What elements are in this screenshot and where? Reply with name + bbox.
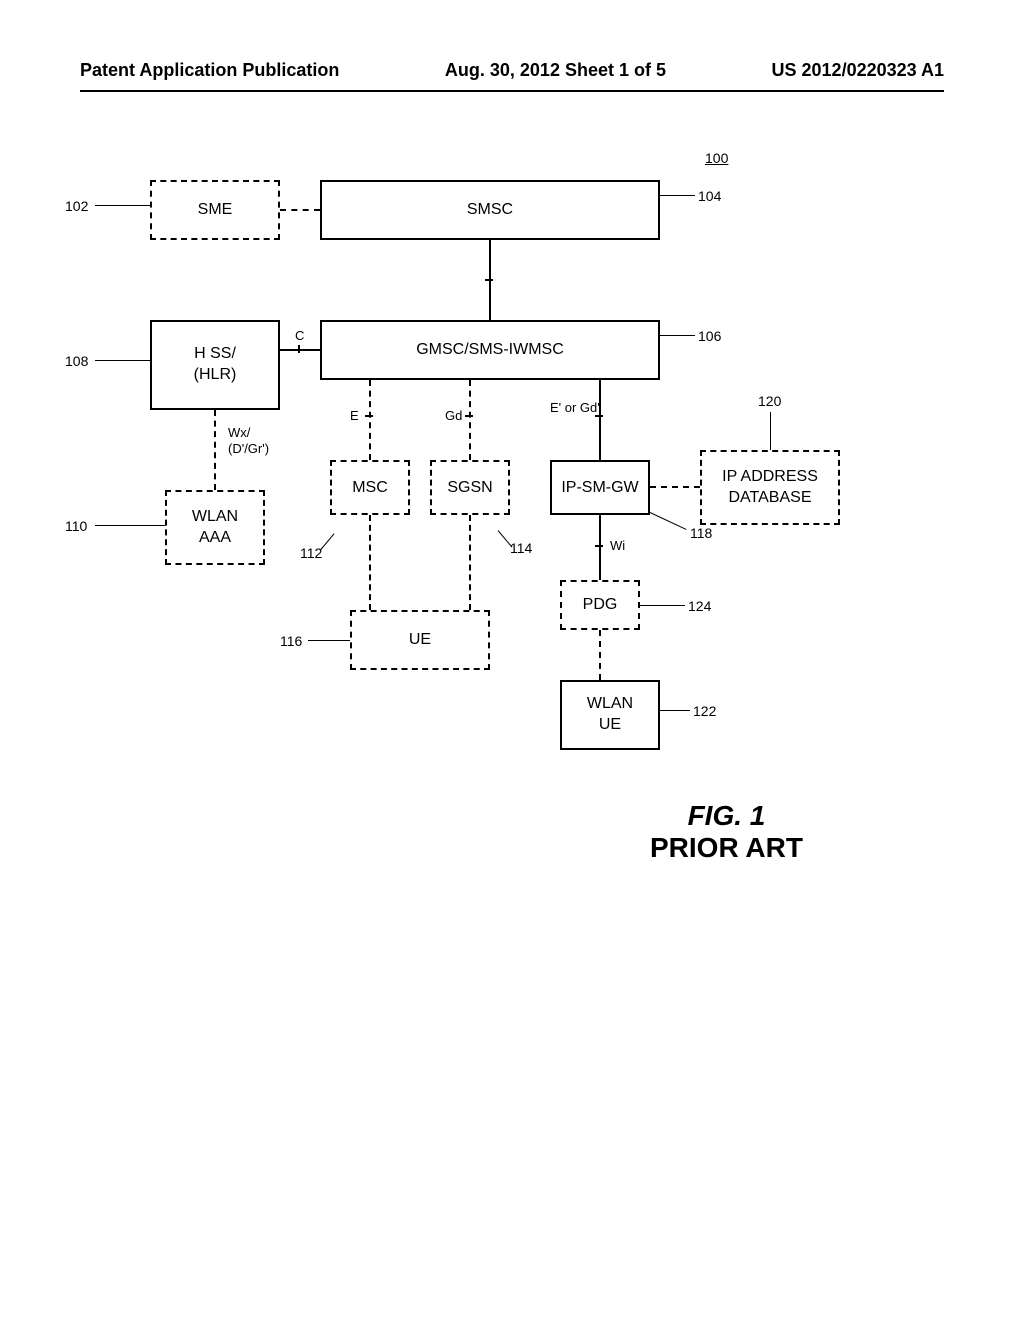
node-sme: SME — [150, 180, 280, 240]
node-label: GMSC/SMS-IWMSC — [416, 341, 564, 359]
ref-104: 104 — [698, 188, 721, 204]
ref-100: 100 — [705, 150, 728, 166]
leader-line — [650, 512, 687, 530]
node-label: WLAN UE — [587, 694, 633, 736]
edge-sme-smsc — [280, 209, 320, 211]
header-rule — [80, 90, 944, 92]
ref-114: 114 — [510, 540, 532, 556]
ref-120: 120 — [758, 393, 781, 409]
header-center: Aug. 30, 2012 Sheet 1 of 5 — [445, 60, 666, 81]
interface-wx: Wx/ (D'/Gr') — [228, 425, 269, 456]
tick-icon — [465, 415, 473, 417]
interface-c: C — [295, 328, 304, 343]
node-label: UE — [409, 631, 431, 649]
edge-gmsc-msc — [369, 380, 371, 460]
interface-gd: Gd — [445, 408, 462, 423]
node-smsc: SMSC — [320, 180, 660, 240]
ref-108: 108 — [65, 353, 88, 369]
edge-ipsmgw-db — [650, 486, 700, 488]
interface-egd: E' or Gd' — [550, 400, 600, 415]
tick-icon — [365, 415, 373, 417]
node-label: IP-SM-GW — [561, 479, 638, 497]
edge-hss-gmsc — [280, 349, 320, 351]
node-label: MSC — [352, 479, 388, 497]
ref-106: 106 — [698, 328, 721, 344]
node-sgsn: SGSN — [430, 460, 510, 515]
tick-icon — [595, 415, 603, 417]
leader-line — [770, 412, 772, 450]
ref-122: 122 — [693, 703, 716, 719]
diagram-canvas: SME SMSC H SS/ (HLR) GMSC/SMS-IWMSC C Wx… — [150, 180, 850, 1080]
leader-line — [660, 710, 690, 711]
edge-gmsc-ipsmgw — [599, 380, 601, 460]
leader-line — [660, 335, 695, 336]
edge-gmsc-sgsn — [469, 380, 471, 460]
tick-icon — [485, 279, 493, 281]
edge-hss-wlanaaa — [214, 410, 216, 490]
interface-e: E — [350, 408, 359, 423]
node-hss: H SS/ (HLR) — [150, 320, 280, 410]
node-wlan-aaa: WLAN AAA — [165, 490, 265, 565]
ref-116: 116 — [280, 633, 302, 649]
leader-line — [95, 525, 165, 526]
tick-icon — [298, 345, 300, 353]
header-right: US 2012/0220323 A1 — [772, 60, 944, 81]
node-label: WLAN AAA — [192, 507, 238, 549]
fig-priorart: PRIOR ART — [650, 832, 803, 863]
tick-icon — [595, 545, 603, 547]
node-wlan-ue: WLAN UE — [560, 680, 660, 750]
ref-110: 110 — [65, 518, 87, 534]
node-msc: MSC — [330, 460, 410, 515]
ref-118: 118 — [690, 525, 712, 541]
node-label: SMSC — [467, 201, 513, 219]
ref-102: 102 — [65, 198, 88, 214]
ref-124: 124 — [688, 598, 711, 614]
node-label: PDG — [583, 596, 618, 614]
node-ue: UE — [350, 610, 490, 670]
leader-line — [660, 195, 695, 196]
interface-wi: Wi — [610, 538, 625, 553]
node-label: IP ADDRESS DATABASE — [722, 467, 818, 509]
node-label: SME — [198, 201, 233, 219]
figure-caption: FIG. 1 PRIOR ART — [650, 800, 803, 864]
header-left: Patent Application Publication — [80, 60, 339, 81]
node-gmsc: GMSC/SMS-IWMSC — [320, 320, 660, 380]
leader-line — [640, 605, 685, 606]
fig-number: FIG. 1 — [688, 800, 766, 831]
edge-msc-ue — [369, 515, 371, 610]
node-ip-db: IP ADDRESS DATABASE — [700, 450, 840, 525]
ref-112: 112 — [300, 545, 322, 561]
edge-pdg-wlanue — [599, 630, 601, 680]
node-label: SGSN — [447, 479, 492, 497]
edge-sgsn-ue — [469, 515, 471, 610]
node-ip-sm-gw: IP-SM-GW — [550, 460, 650, 515]
leader-line — [308, 640, 350, 641]
node-pdg: PDG — [560, 580, 640, 630]
leader-line — [95, 360, 150, 361]
edge-ipsmgw-pdg — [599, 515, 601, 580]
page-header: Patent Application Publication Aug. 30, … — [0, 60, 1024, 81]
leader-line — [95, 205, 150, 206]
node-label: H SS/ (HLR) — [194, 344, 237, 386]
